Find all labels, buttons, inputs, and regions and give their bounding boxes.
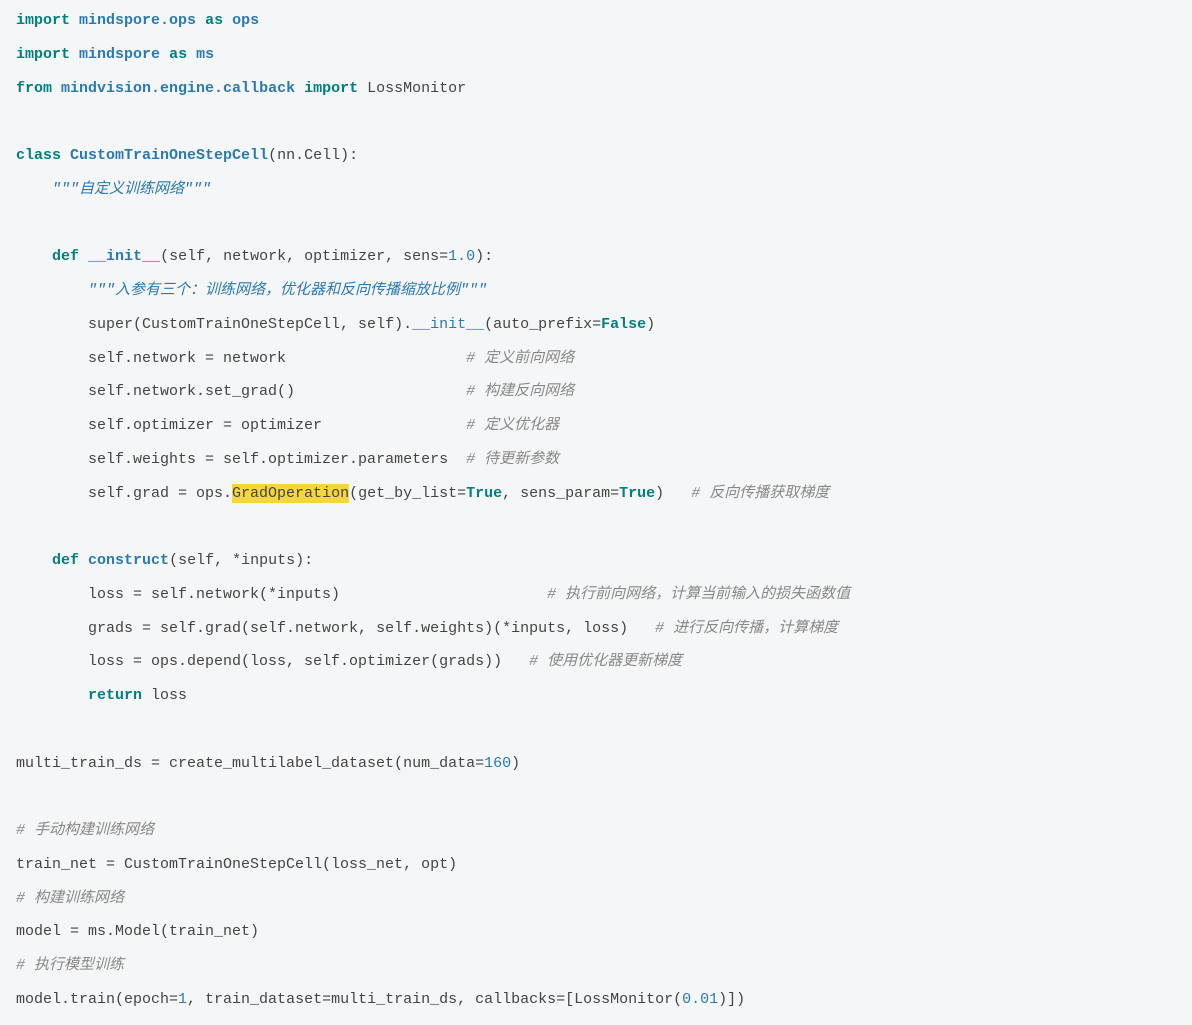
statement: model.train(epoch=	[16, 991, 178, 1008]
number-literal: 0.01	[682, 991, 718, 1008]
method-name: construct	[88, 552, 169, 569]
statement: self.network.set_grad()	[88, 383, 295, 400]
statement: self.weights = self.optimizer.parameters	[88, 451, 448, 468]
alias: ms	[196, 46, 214, 63]
bool-literal: True	[466, 485, 502, 502]
method-name: __init__	[88, 248, 160, 265]
module-name: mindspore.ops	[79, 12, 196, 29]
keyword-import: import	[304, 80, 358, 97]
statement: self.network = network	[88, 350, 286, 367]
statement: (auto_prefix=	[484, 316, 601, 333]
comment: # 定义前向网络	[466, 350, 574, 367]
statement: multi_train_ds = create_multilabel_datas…	[16, 755, 484, 772]
keyword-def: def	[52, 248, 79, 265]
keyword-class: class	[16, 147, 61, 164]
comment: # 手动构建训练网络	[16, 822, 154, 839]
bool-literal: True	[619, 485, 655, 502]
keyword-from: from	[16, 80, 52, 97]
module-name: mindvision.engine.callback	[61, 80, 295, 97]
highlighted-identifier: GradOperation	[232, 484, 349, 503]
signature: (self, *inputs):	[169, 552, 313, 569]
comment: # 进行反向传播，计算梯度	[655, 620, 838, 637]
bool-literal: False	[601, 316, 646, 333]
statement: grads = self.grad(self.network, self.wei…	[88, 620, 628, 637]
comment: # 使用优化器更新梯度	[529, 653, 682, 670]
comment: # 待更新参数	[466, 451, 559, 468]
statement: super(CustomTrainOneStepCell, self).	[88, 316, 412, 333]
class-name: CustomTrainOneStepCell	[70, 147, 268, 164]
import-name: LossMonitor	[367, 80, 466, 97]
keyword-def: def	[52, 552, 79, 569]
default-value: 1.0	[448, 248, 475, 265]
statement: , train_dataset=multi_train_ds, callback…	[187, 991, 682, 1008]
keyword-as: as	[205, 12, 223, 29]
comment: # 执行模型训练	[16, 957, 124, 974]
statement: loss = self.network(*inputs)	[88, 586, 340, 603]
statement: train_net = CustomTrainOneStepCell(loss_…	[16, 856, 457, 873]
statement: )	[511, 755, 520, 772]
statement: self.grad = ops.	[88, 485, 232, 502]
comment: # 定义优化器	[466, 417, 559, 434]
comment: # 反向传播获取梯度	[691, 485, 829, 502]
dunder: __init__	[412, 316, 484, 333]
statement: , sens_param=	[502, 485, 619, 502]
comment: # 执行前向网络，计算当前输入的损失函数值	[547, 586, 850, 603]
alias: ops	[232, 12, 259, 29]
number-literal: 160	[484, 755, 511, 772]
comment: # 构建反向网络	[466, 383, 574, 400]
python-code-block: import mindspore.ops as ops import minds…	[0, 0, 1192, 1025]
statement: )	[646, 316, 655, 333]
keyword-as: as	[169, 46, 187, 63]
keyword-import: import	[16, 46, 70, 63]
statement: )])	[718, 991, 745, 1008]
keyword-return: return	[88, 687, 142, 704]
keyword-import: import	[16, 12, 70, 29]
docstring: """入参有三个：训练网络，优化器和反向传播缩放比例"""	[88, 282, 487, 299]
statement: )	[655, 485, 664, 502]
docstring: """自定义训练网络"""	[52, 181, 211, 198]
statement: loss = ops.depend(loss, self.optimizer(g…	[88, 653, 502, 670]
statement: model = ms.Model(train_net)	[16, 923, 259, 940]
statement: (get_by_list=	[349, 485, 466, 502]
statement: loss	[142, 687, 187, 704]
number-literal: 1	[178, 991, 187, 1008]
class-bases: (nn.Cell):	[268, 147, 358, 164]
statement: self.optimizer = optimizer	[88, 417, 322, 434]
signature: ):	[475, 248, 493, 265]
signature: (self, network, optimizer, sens=	[160, 248, 448, 265]
module-name: mindspore	[79, 46, 160, 63]
comment: # 构建训练网络	[16, 890, 124, 907]
